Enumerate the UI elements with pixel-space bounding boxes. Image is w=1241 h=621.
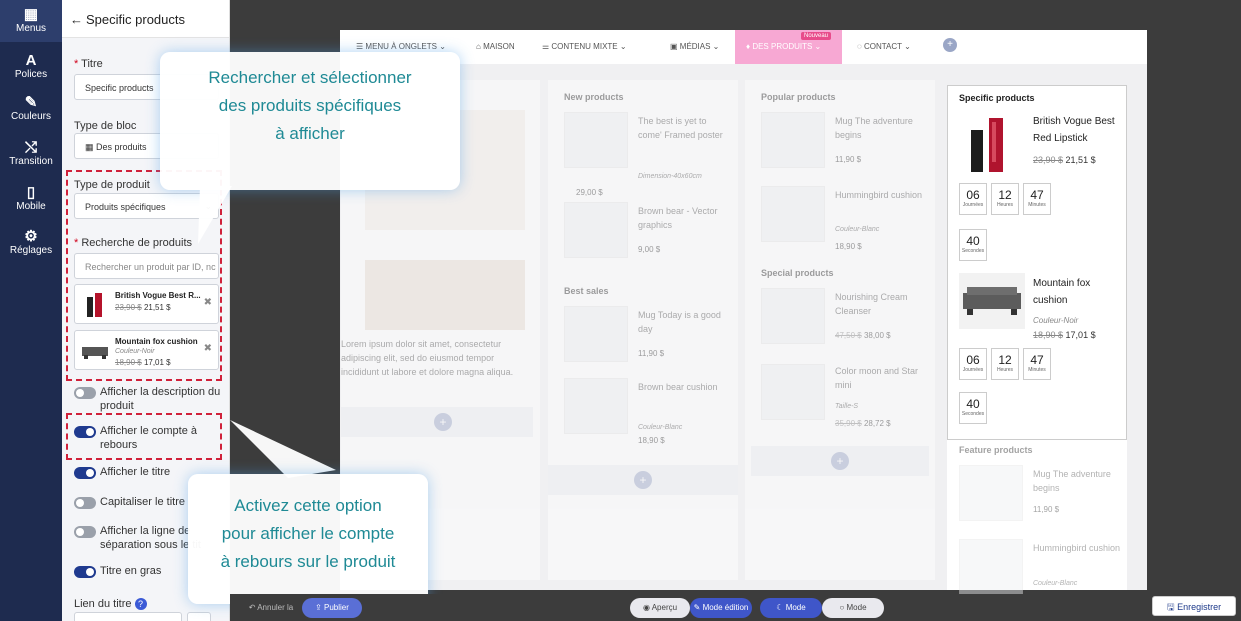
menu-item-contenu[interactable]: ⚌ Contenu mixte ⌄: [542, 42, 627, 51]
block-title: Specific products: [959, 93, 1035, 103]
rail-item-reglages[interactable]: ⚙ Réglages: [0, 228, 62, 256]
rail-item-couleurs[interactable]: ✎ Couleurs: [0, 94, 62, 122]
countdown-days: 06 Journées: [959, 348, 987, 380]
countdown-seconds: 40 Secondes: [959, 229, 987, 261]
product-image: [761, 364, 825, 420]
callout-countdown: Activez cette option pour afficher le co…: [188, 474, 428, 604]
countdown-hours: 12 Heures: [991, 183, 1019, 215]
feature-products-block: Feature products Mug The adventure begin…: [947, 443, 1127, 595]
menu-item-contact[interactable]: ◌ Contact ⌄: [857, 42, 911, 51]
product-image: [564, 306, 628, 362]
countdown-minutes: 47 Minutes: [1023, 348, 1051, 380]
undo-button[interactable]: ↶ Annuler la: [242, 598, 300, 618]
callout-pointer: [230, 420, 336, 478]
lien-titre-label: Lien du titre ?: [74, 598, 147, 610]
lipstick-image: [959, 112, 1021, 176]
mobile-icon: ▯: [26, 184, 36, 201]
highlight-countdown-toggle: [66, 413, 222, 460]
product-image: [564, 112, 628, 168]
back-arrow-icon[interactable]: ←: [70, 12, 83, 27]
product-image: [761, 186, 825, 242]
gear-icon: ⚙: [24, 228, 38, 245]
countdown-hours: 12 Heures: [991, 348, 1019, 380]
callout-product-selection: Rechercher et sélectionner des produits …: [160, 52, 460, 190]
new-badge: Nouveau: [801, 32, 832, 40]
type-bloc-label: Type de bloc: [74, 120, 137, 132]
panel-title: Specific products: [86, 12, 185, 27]
lien-titre-input[interactable]: [74, 612, 182, 621]
callout-pointer: [198, 186, 232, 244]
countdown-seconds: 40 Secondes: [959, 392, 987, 424]
rail-item-polices[interactable]: A Polices: [0, 52, 62, 80]
add-menu-icon[interactable]: +: [943, 38, 957, 52]
add-block-icon[interactable]: +: [831, 452, 849, 470]
lien-titre-option[interactable]: [187, 612, 211, 621]
column-3: Popular products Mug The adventure begin…: [745, 80, 935, 580]
cushion-image: [959, 273, 1025, 329]
menu-item-maison[interactable]: ⌂ Maison: [476, 42, 515, 51]
toggle-separator[interactable]: [74, 526, 96, 538]
add-block-icon[interactable]: +: [434, 413, 452, 431]
light-mode-button[interactable]: ○ Mode: [822, 598, 884, 618]
rail-item-mobile[interactable]: ▯ Mobile: [0, 184, 62, 212]
panel-header: ← Specific products: [62, 0, 229, 38]
toggle-title-label: Afficher le titre: [100, 466, 171, 478]
toggle-description-label: Afficher la description du produit: [100, 386, 221, 412]
section-title: Special products: [761, 268, 834, 278]
grid-icon: ▦: [23, 6, 39, 23]
product-image: [564, 378, 628, 434]
save-button[interactable]: 🖫 Enregistrer: [1152, 596, 1236, 616]
help-icon: ?: [134, 598, 147, 610]
toggle-description[interactable]: [74, 387, 96, 399]
add-block-icon[interactable]: +: [634, 471, 652, 489]
promo-image: [365, 260, 525, 330]
countdown-minutes: 47 Minutes: [1023, 183, 1051, 215]
menu-item-produits[interactable]: ♦ Des produits ⌄: [746, 42, 821, 51]
font-icon: A: [25, 52, 37, 69]
product-image: [761, 112, 825, 168]
column-2: New products The best is yet to come' Fr…: [548, 80, 738, 580]
toggle-bold-label: Titre en gras: [100, 565, 162, 577]
icon-rail: ▦ Menus A Polices ✎ Couleurs ⤭ Transitio…: [0, 0, 62, 621]
publish-button[interactable]: ⇪ Publier: [302, 598, 362, 618]
product-image: [564, 202, 628, 258]
product-image: [959, 539, 1023, 595]
edit-mode-button[interactable]: ✎ Mode édition: [690, 598, 752, 618]
countdown-days: 06 Journées: [959, 183, 987, 215]
section-title: New products: [564, 92, 624, 102]
lorem-text: Lorem ipsum dolor sit amet, consectetur …: [341, 339, 514, 377]
toggle-capitalize-label: Capitaliser le titre: [100, 496, 185, 508]
menu-bar: ☰ Menu à onglets ⌄ ⌂ Maison ⚌ Contenu mi…: [340, 30, 1147, 64]
product-image: [761, 288, 825, 344]
section-title: Popular products: [761, 92, 836, 102]
column-4-specific-products: Specific products British Vogue Best Red…: [947, 85, 1127, 595]
toggle-capitalize[interactable]: [74, 497, 96, 509]
product-image: [959, 465, 1023, 521]
section-title: Best sales: [564, 286, 609, 296]
menu-item-medias[interactable]: ▣ Médias ⌄: [670, 42, 719, 51]
preview-button[interactable]: ◉ Aperçu: [630, 598, 690, 618]
rail-item-menus[interactable]: ▦ Menus: [0, 0, 62, 42]
shuffle-icon: ⤭: [24, 139, 37, 156]
menu-item-onglets[interactable]: ☰ Menu à onglets ⌄: [356, 42, 446, 51]
dark-mode-button[interactable]: ☾ Mode: [760, 598, 822, 618]
rail-item-transition[interactable]: ⤭ Transition: [0, 139, 62, 167]
toggle-title[interactable]: [74, 467, 96, 479]
bottom-toolbar: ↶ Annuler la ⇪ Publier ◉ Aperçu ✎ Mode é…: [230, 594, 1241, 621]
toggle-bold-title[interactable]: [74, 566, 96, 578]
titre-label: * Titre: [74, 58, 103, 70]
brush-icon: ✎: [24, 94, 38, 111]
